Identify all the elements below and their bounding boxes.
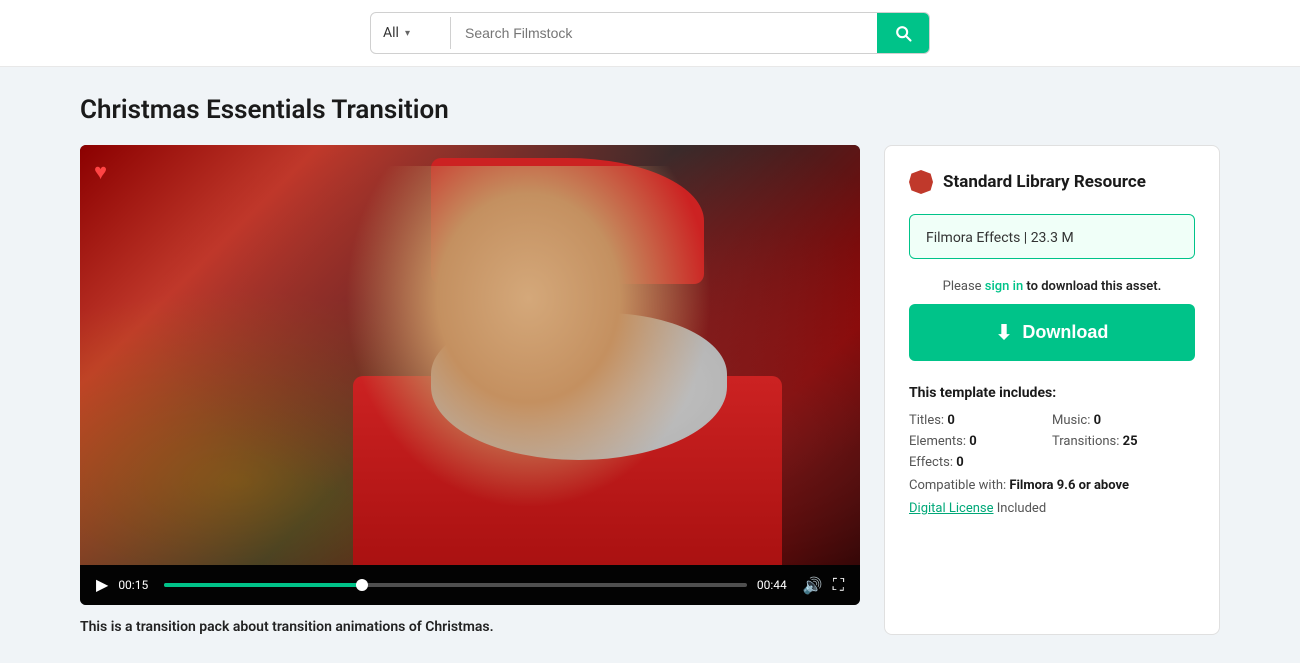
template-item-transitions: Transitions: 25 bbox=[1052, 434, 1195, 449]
template-grid: Titles: 0 Music: 0 Elements: 0 Transitio… bbox=[909, 413, 1195, 470]
header: All ▾ bbox=[0, 0, 1300, 67]
template-includes-label: This template includes: bbox=[909, 385, 1195, 401]
sign-in-link[interactable]: sign in bbox=[985, 279, 1023, 294]
content-area: ♥ ▶ 00:15 00:44 🔊 ⛶ This is a transition… bbox=[80, 145, 1220, 635]
chevron-down-icon: ▾ bbox=[405, 28, 410, 39]
santa-figure bbox=[314, 166, 743, 544]
current-time: 00:15 bbox=[118, 578, 154, 592]
progress-fill bbox=[164, 583, 362, 587]
sign-in-notice: Please sign in to download this asset. bbox=[909, 279, 1195, 294]
license-row: Digital License Included bbox=[909, 501, 1195, 516]
play-button[interactable]: ▶ bbox=[96, 575, 108, 595]
compatible-pre: Compatible with: bbox=[909, 478, 1009, 493]
progress-bar[interactable] bbox=[164, 583, 747, 587]
resource-title: Standard Library Resource bbox=[943, 172, 1146, 192]
shield-icon bbox=[909, 170, 933, 194]
category-label: All bbox=[383, 25, 399, 41]
category-dropdown[interactable]: All ▾ bbox=[371, 17, 451, 49]
template-item-elements: Elements: 0 bbox=[909, 434, 1052, 449]
search-container: All ▾ bbox=[370, 12, 930, 54]
fullscreen-icon[interactable]: ⛶ bbox=[833, 575, 844, 595]
download-label: Download bbox=[1022, 322, 1108, 343]
sign-in-notice-pre: Please bbox=[943, 279, 985, 294]
resource-header: Standard Library Resource bbox=[909, 170, 1195, 194]
total-time: 00:44 bbox=[757, 578, 793, 592]
video-section: ♥ ▶ 00:15 00:44 🔊 ⛶ This is a transition… bbox=[80, 145, 860, 635]
file-info-box: Filmora Effects | 23.3 M bbox=[909, 214, 1195, 259]
video-wrapper: ♥ ▶ 00:15 00:44 🔊 ⛶ bbox=[80, 145, 860, 605]
template-item-effects: Effects: 0 bbox=[909, 455, 1052, 470]
video-controls: ▶ 00:15 00:44 🔊 ⛶ bbox=[80, 565, 860, 605]
volume-icon[interactable]: 🔊 bbox=[803, 576, 823, 595]
compatible-value: Filmora 9.6 or above bbox=[1009, 478, 1129, 493]
search-input[interactable] bbox=[451, 17, 877, 49]
search-icon bbox=[893, 23, 913, 43]
favorite-icon[interactable]: ♥ bbox=[94, 159, 107, 185]
progress-handle[interactable] bbox=[356, 579, 368, 591]
file-info-text: Filmora Effects | 23.3 M bbox=[926, 230, 1074, 246]
main-content: Christmas Essentials Transition ♥ ▶ 00:1… bbox=[0, 67, 1300, 663]
right-panel: Standard Library Resource Filmora Effect… bbox=[884, 145, 1220, 635]
search-button[interactable] bbox=[877, 13, 929, 53]
video-thumbnail: ♥ bbox=[80, 145, 860, 565]
page-title: Christmas Essentials Transition bbox=[80, 95, 1220, 125]
video-description: This is a transition pack about transiti… bbox=[80, 619, 860, 635]
download-button[interactable]: ⬇ Download bbox=[909, 304, 1195, 361]
template-item-music: Music: 0 bbox=[1052, 413, 1195, 428]
download-icon: ⬇ bbox=[996, 320, 1013, 345]
license-suffix: Included bbox=[994, 501, 1047, 516]
license-link[interactable]: Digital License bbox=[909, 501, 994, 516]
compatible-text: Compatible with: Filmora 9.6 or above bbox=[909, 478, 1195, 493]
sign-in-notice-post: to download this asset. bbox=[1023, 279, 1161, 294]
template-item-titles: Titles: 0 bbox=[909, 413, 1052, 428]
